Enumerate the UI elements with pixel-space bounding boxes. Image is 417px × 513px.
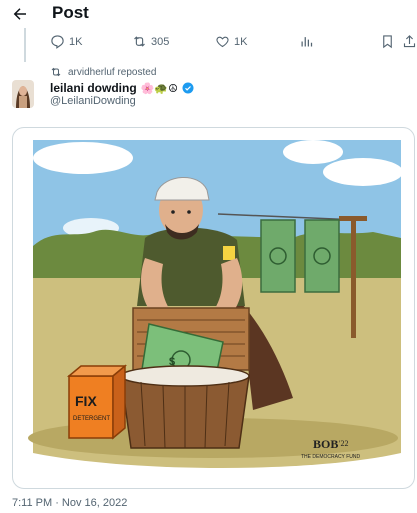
detergent-sub: DETERGENT — [73, 416, 110, 422]
repost-notice: arvidherluf reposted — [50, 66, 156, 78]
media-card[interactable]: $ FIX DETERGENT BOB '22 THE DEMOCRACY FU… — [12, 127, 415, 489]
views-button[interactable] — [299, 34, 314, 49]
bookmark-icon — [383, 35, 392, 49]
author-emojis: 🌸🐢☮ — [140, 82, 178, 95]
signature-year: '22 — [339, 439, 348, 448]
cartoonist-signature: BOB — [313, 437, 338, 451]
repost-count: 305 — [151, 35, 170, 48]
reply-count: 1K — [69, 35, 83, 48]
arrow-left-icon — [13, 8, 26, 20]
share-button[interactable] — [402, 34, 417, 49]
reply-icon — [51, 35, 64, 49]
thread-connector — [24, 28, 26, 62]
repost-icon — [134, 36, 145, 47]
post-timestamp[interactable]: 7:11 PM · Nov 16, 2022 — [12, 497, 127, 509]
bookmark-button[interactable] — [380, 34, 395, 49]
detergent-brand: FIX — [75, 393, 97, 409]
author-name[interactable]: leilani dowding — [50, 81, 137, 95]
reply-button[interactable]: 1K — [50, 34, 82, 49]
publisher-credit: THE DEMOCRACY FUND — [301, 454, 360, 460]
avatar[interactable] — [12, 80, 34, 108]
author-handle[interactable]: @LeilaniDowding — [50, 95, 136, 107]
repost-icon — [51, 67, 61, 77]
bar-chart-icon — [301, 37, 313, 47]
repost-notice-text[interactable]: arvidherluf reposted — [68, 67, 156, 78]
author-row: leilani dowding 🌸🐢☮ — [50, 81, 194, 95]
like-button[interactable]: 1K — [215, 34, 247, 49]
like-count: 1K — [234, 35, 248, 48]
share-icon — [403, 35, 416, 48]
cartoon-image: $ FIX DETERGENT BOB '22 THE DEMOCRACY FU… — [28, 140, 403, 468]
action-bar: 1K 305 1K — [40, 34, 417, 54]
heart-icon — [216, 36, 229, 48]
page-title: Post — [52, 3, 89, 22]
repost-button[interactable]: 305 — [132, 34, 169, 49]
verified-badge-icon — [182, 82, 194, 94]
top-bar: Post — [0, 0, 417, 28]
back-button[interactable] — [10, 4, 30, 24]
